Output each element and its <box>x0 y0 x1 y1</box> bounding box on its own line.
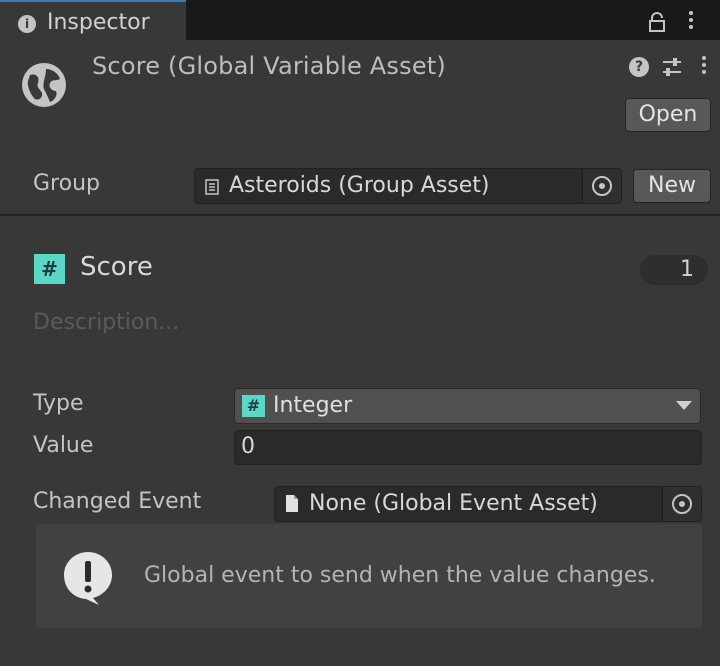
tab-menu-icon[interactable] <box>688 11 694 33</box>
changed-event-object-field[interactable]: None (Global Event Asset) <box>274 486 702 522</box>
group-value: Asteroids (Group Asset) <box>229 173 490 198</box>
document-icon <box>286 495 298 512</box>
globe-icon <box>22 63 66 107</box>
preset-sliders-icon[interactable] <box>661 57 683 77</box>
group-asset-icon <box>205 179 219 195</box>
info-icon: i <box>18 15 36 33</box>
value-text: 0 <box>241 434 255 459</box>
tab-inspector[interactable]: i Inspector <box>0 0 186 40</box>
asset-title: Score (Global Variable Asset) <box>92 52 446 80</box>
changed-event-value: None (Global Event Asset) <box>309 491 598 516</box>
changed-event-picker-button[interactable] <box>662 487 701 521</box>
changed-event-label: Changed Event <box>33 489 202 514</box>
value-input[interactable]: 0 <box>234 430 702 465</box>
lock-icon[interactable] <box>648 12 666 32</box>
help-text: Global event to send when the value chan… <box>144 563 656 588</box>
component-menu-icon[interactable] <box>701 56 707 78</box>
new-group-button[interactable]: New <box>633 169 711 203</box>
tab-title: Inspector <box>47 10 150 35</box>
type-label: Type <box>33 391 84 416</box>
usage-count-badge: 1 <box>640 255 708 285</box>
description-field[interactable]: Description... <box>33 310 179 335</box>
open-button[interactable]: Open <box>625 98 711 132</box>
group-label: Group <box>33 171 100 196</box>
integer-type-icon: # <box>34 254 65 284</box>
divider <box>0 214 720 216</box>
help-box: Global event to send when the value chan… <box>36 524 702 628</box>
type-dropdown[interactable]: # Integer <box>234 388 701 424</box>
type-value: Integer <box>273 393 353 418</box>
help-icon[interactable]: ? <box>629 57 649 77</box>
value-label: Value <box>33 433 94 458</box>
group-picker-button[interactable] <box>582 169 621 203</box>
chevron-down-icon <box>676 401 692 410</box>
group-object-field[interactable]: Asteroids (Group Asset) <box>194 168 622 204</box>
variable-name: Score <box>80 252 153 282</box>
warning-bubble-icon <box>64 552 112 605</box>
integer-type-icon: # <box>242 395 265 417</box>
